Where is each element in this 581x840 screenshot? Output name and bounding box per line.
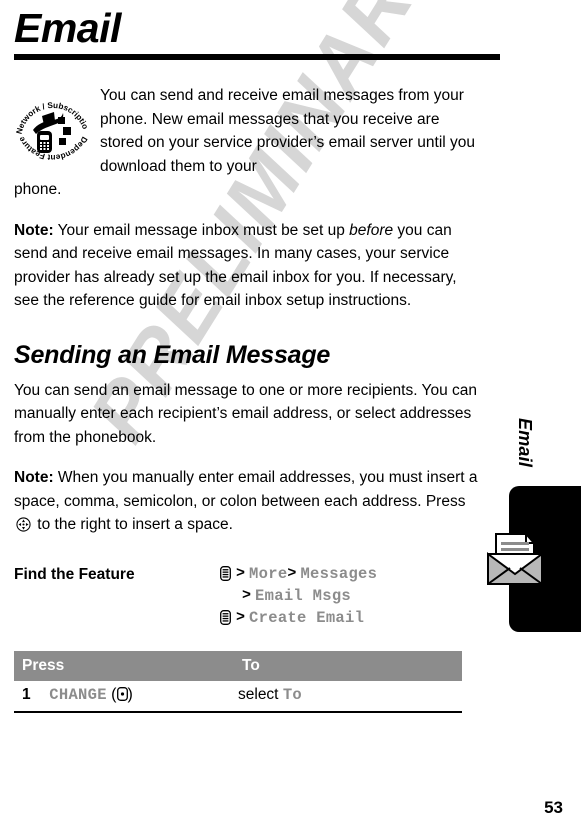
intro-paragraph-tail: phone. [14, 181, 62, 198]
page-title: Email [14, 5, 121, 51]
note2-text-part1: When you manually enter email addresses,… [14, 469, 478, 510]
menu-path-item[interactable]: Messages [300, 563, 377, 585]
note-label: Note: [14, 469, 54, 486]
step-to-prefix: select [238, 685, 283, 703]
menu-path-item[interactable]: Create Email [249, 607, 364, 629]
sidebar-tab-region: Email [482, 0, 581, 840]
page-number: 53 [544, 798, 563, 817]
section-body-paragraph: You can send an email message to one or … [14, 381, 478, 446]
menu-path-line: > Email Msgs [220, 585, 482, 607]
content-column: Email Network / Subscriptio Dependent Fe… [11, 0, 500, 713]
title-rule [14, 54, 500, 60]
svg-text:Dependent Feature: Dependent Feature [17, 135, 89, 162]
step-press-cell: CHANGE () [49, 680, 238, 713]
email-envelope-icon [486, 528, 544, 590]
paren-close: ) [127, 685, 133, 703]
step-number: 1 [14, 680, 50, 713]
menu-path-line: > More > Messages [220, 563, 482, 585]
step-to-cell: select To [238, 680, 462, 713]
menu-path-list: > More > Messages > Email Msgs > Create Emai… [220, 563, 482, 629]
soft-key-icon [116, 686, 128, 701]
find-the-feature-label: Find the Feature [14, 565, 135, 583]
note-paragraph-2: Note: When you manually enter email addr… [14, 449, 482, 537]
network-subscription-dependent-feature-badge-icon: Network / Subscription Dependent Feature [11, 83, 92, 168]
sidebar-chapter-label: Email [515, 418, 535, 468]
menu-path-separator: > [287, 564, 297, 582]
softkey-label[interactable]: CHANGE [49, 686, 107, 704]
menu-path-item[interactable]: Email Msgs [255, 585, 351, 607]
note2-text-part2: to the right to insert a space. [33, 516, 233, 533]
menu-path-separator: > [236, 608, 246, 626]
column-header-press: Press [14, 650, 238, 681]
menu-path-separator: > [242, 586, 252, 604]
column-header-to: To [238, 650, 462, 681]
note-emphasis: before [349, 221, 394, 239]
menu-key-icon [220, 610, 231, 625]
menu-key-icon [220, 566, 231, 581]
table-row: 1 CHANGE () select To [14, 680, 462, 713]
intro-block: Network / Subscription Dependent Feature… [11, 83, 482, 202]
svg-text:Network / Subscription: Network / Subscription [14, 90, 90, 135]
note-text-part1: Your email message inbox must be set up [57, 221, 350, 239]
nav-key-icon [16, 516, 31, 532]
step-to-field-name: To [282, 685, 303, 704]
table-header-row: Press To [14, 650, 462, 681]
note-label: Note: [14, 221, 54, 239]
document-page: Email Network / Subscriptio Dependent Fe… [0, 0, 581, 840]
note-paragraph-1: Note: Your email message inbox must be s… [14, 202, 482, 313]
find-the-feature-block: Find the Feature > More > Messages > Email … [14, 563, 482, 629]
press-to-table: Press To 1 CHANGE () select To [14, 650, 462, 713]
menu-path-item[interactable]: More [249, 563, 287, 585]
section-heading-sending-an-email-message: Sending an Email Message [14, 340, 331, 369]
press-to-table-body: 1 CHANGE () select To [14, 680, 462, 713]
menu-path-separator: > [236, 564, 246, 582]
menu-path-line: > Create Email [220, 607, 482, 629]
